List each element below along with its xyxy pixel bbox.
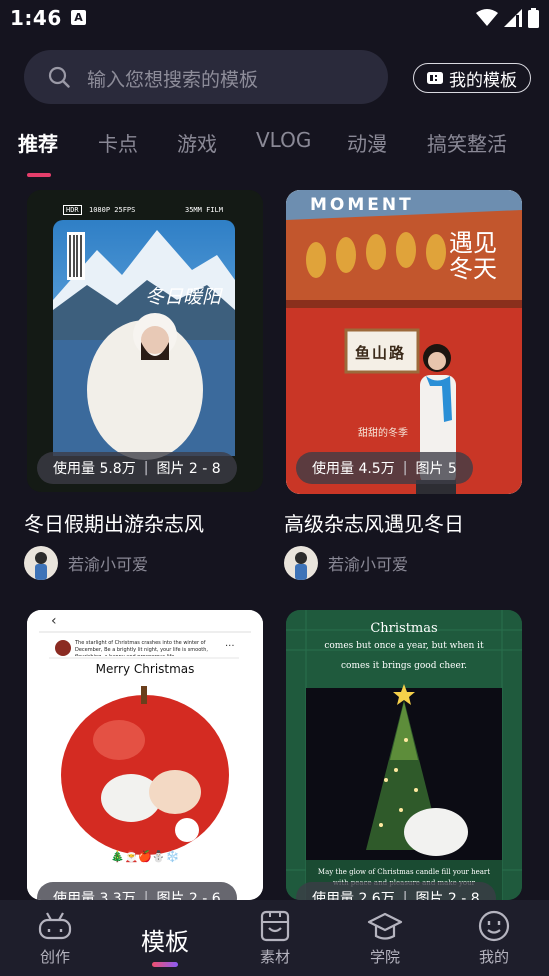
art-script-title: 冬日暖阳 bbox=[145, 286, 222, 308]
film-icon bbox=[427, 72, 443, 84]
art-hdr-label: HDR bbox=[63, 205, 82, 215]
author-name: 若渝小可爱 bbox=[68, 555, 149, 574]
avatar bbox=[284, 546, 318, 580]
picture-count: 图片 2 - 6 bbox=[156, 891, 221, 900]
search-icon bbox=[48, 66, 70, 88]
usage-count: 使用量 4.5万 bbox=[312, 461, 395, 477]
search-placeholder: 输入您想搜索的模板 bbox=[87, 69, 259, 91]
avatar bbox=[24, 546, 58, 580]
my-templates-button[interactable]: 我的模板 bbox=[413, 63, 531, 93]
template-card-meet-winter[interactable]: MOMENT 遇见冬天 鱼山路 甜甜的冬季 使用量 4.5万 | 图片 5 bbox=[286, 190, 522, 494]
nav-label: 创作 bbox=[39, 948, 70, 966]
nav-academy[interactable]: 学院 bbox=[330, 900, 440, 976]
card-author[interactable]: 若渝小可爱 bbox=[24, 546, 148, 580]
usage-badge: 使用量 3.3万 | 图片 2 - 6 bbox=[37, 882, 237, 900]
art-subtitle-line: comes but once a year, but when it bbox=[324, 641, 484, 651]
nav-label: 学院 bbox=[369, 948, 400, 966]
art-heading: 遇见冬天 bbox=[449, 229, 497, 283]
status-time: 1:46 bbox=[10, 6, 62, 30]
art-moment-label: MOMENT bbox=[310, 195, 414, 215]
card-title[interactable]: 高级杂志风遇见冬日 bbox=[284, 508, 464, 537]
more-icon[interactable]: ··· bbox=[225, 641, 235, 652]
profile-icon bbox=[478, 910, 510, 942]
create-icon bbox=[38, 912, 72, 940]
nav-label: 模板 bbox=[141, 928, 189, 956]
status-bar: 1:46 A bbox=[0, 0, 549, 38]
my-templates-label: 我的模板 bbox=[449, 70, 517, 91]
template-card-christmas-tree[interactable]: Christmas comes but once a year, but whe… bbox=[286, 610, 522, 900]
usage-badge: 使用量 2.6万 | 图片 2 - 8 bbox=[296, 882, 496, 900]
category-tabs: 推荐 卡点 游戏 VLOG 动漫 搞笑整活 bbox=[0, 128, 549, 178]
picture-count: 图片 2 - 8 bbox=[156, 461, 221, 477]
tab-indicator bbox=[27, 173, 51, 177]
nav-label: 我的 bbox=[478, 948, 509, 966]
material-icon bbox=[260, 910, 290, 942]
card-title[interactable]: 冬日假期出游杂志风 bbox=[24, 508, 204, 537]
tab-recommend[interactable]: 推荐 bbox=[18, 128, 58, 157]
art-title-line: Christmas bbox=[370, 621, 438, 636]
signal-icon bbox=[504, 9, 522, 27]
card-author[interactable]: 若渝小可爱 bbox=[284, 546, 408, 580]
template-card-merry-christmas[interactable]: ‹ The starlight of Christmas crashes int… bbox=[27, 610, 263, 900]
back-arrow-icon[interactable]: ‹ bbox=[51, 613, 57, 629]
nav-label: 素材 bbox=[259, 948, 290, 966]
usage-count: 使用量 5.8万 bbox=[53, 461, 136, 477]
picture-count: 图片 5 bbox=[415, 461, 457, 477]
status-icons bbox=[476, 8, 539, 28]
picture-count: 图片 2 - 8 bbox=[415, 891, 480, 900]
art-fps-label: 1080P 25FPS bbox=[89, 206, 136, 214]
tab-game[interactable]: 游戏 bbox=[177, 128, 217, 157]
battery-icon bbox=[528, 8, 539, 28]
art-emoji-row: 🎄🎅🍎⛄❄️ bbox=[110, 850, 180, 863]
usage-count: 使用量 2.6万 bbox=[312, 891, 395, 900]
card-thumbnail bbox=[27, 190, 263, 492]
usage-count: 使用量 3.3万 bbox=[53, 891, 136, 900]
academy-icon bbox=[367, 912, 403, 940]
art-subtitle-line: comes it brings good cheer. bbox=[340, 661, 468, 671]
art-sign: 鱼山路 bbox=[355, 344, 407, 362]
tab-anime[interactable]: 动漫 bbox=[347, 128, 387, 157]
tab-vlog[interactable]: VLOG bbox=[256, 128, 311, 152]
art-footer-line: May the glow of Christmas candle fill yo… bbox=[317, 868, 491, 876]
usage-badge: 使用量 5.8万 | 图片 2 - 8 bbox=[37, 452, 237, 484]
nav-material[interactable]: 素材 bbox=[220, 900, 330, 976]
post-text: The starlight of Christmas crashes into … bbox=[75, 640, 209, 656]
art-heading: Merry Christmas bbox=[95, 662, 195, 676]
bottom-nav: 创作 模板 素材 学院 我的 bbox=[0, 900, 549, 976]
nav-create[interactable]: 创作 bbox=[0, 900, 110, 976]
nav-template[interactable]: 模板 bbox=[110, 900, 220, 976]
nav-profile[interactable]: 我的 bbox=[439, 900, 549, 976]
card-thumbnail bbox=[286, 610, 522, 900]
template-card-winter-magazine[interactable]: HDR 1080P 25FPS 35MM FILM 冬日暖阳 使用量 5.8万 … bbox=[27, 190, 263, 492]
notification-icon: A bbox=[71, 10, 86, 25]
author-name: 若渝小可爱 bbox=[328, 555, 409, 574]
art-caption: 甜甜的冬季 bbox=[358, 428, 408, 439]
tab-funny[interactable]: 搞笑整活 bbox=[427, 128, 507, 157]
tab-beat[interactable]: 卡点 bbox=[98, 128, 138, 157]
usage-badge: 使用量 4.5万 | 图片 5 bbox=[296, 452, 473, 484]
search-input[interactable]: 输入您想搜索的模板 bbox=[24, 50, 388, 104]
wifi-icon bbox=[476, 9, 498, 26]
nav-active-indicator bbox=[152, 962, 178, 967]
art-film-label: 35MM FILM bbox=[185, 206, 223, 214]
